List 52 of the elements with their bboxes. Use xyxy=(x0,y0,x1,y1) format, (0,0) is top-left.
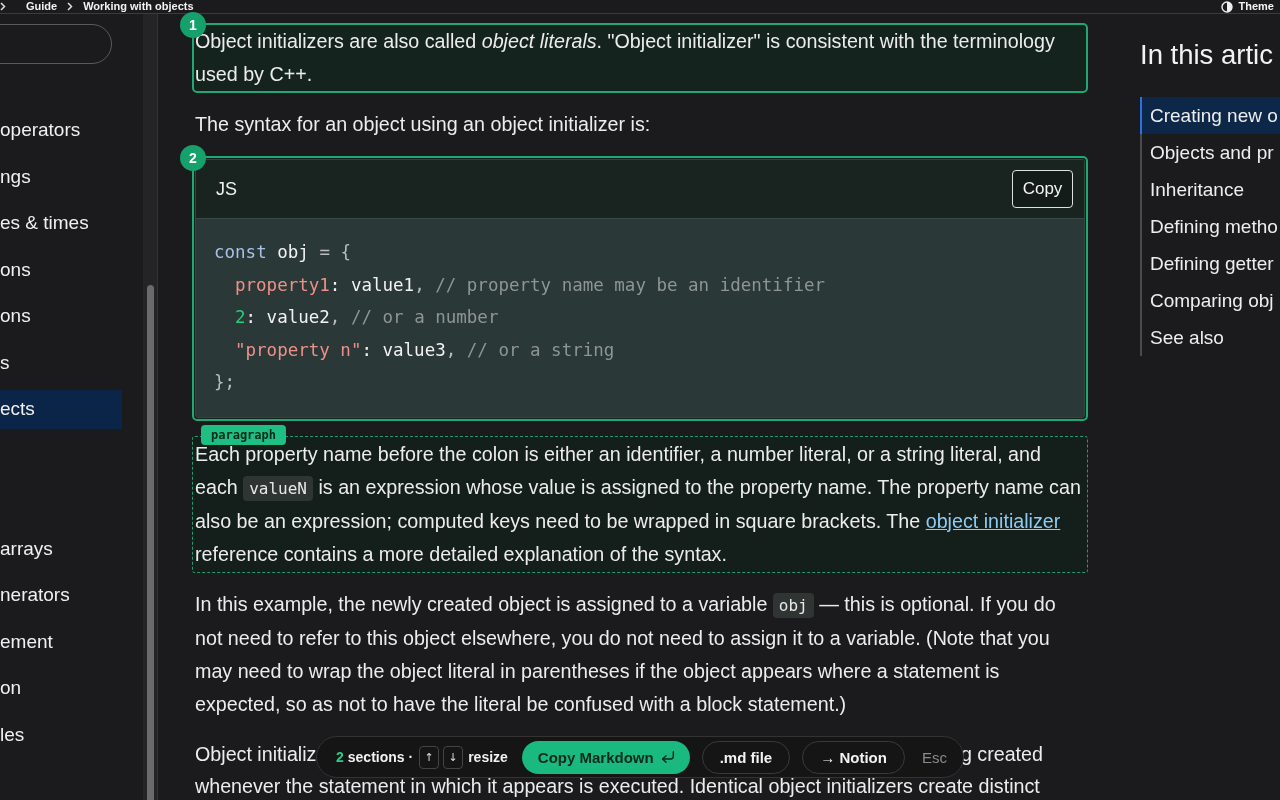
block-type-tag: paragraph xyxy=(201,424,287,445)
key-cap: ↓ xyxy=(443,745,464,769)
sidebar-item[interactable]: ement xyxy=(0,622,122,662)
return-arrow-icon xyxy=(659,749,676,765)
sidebar-item[interactable]: ons xyxy=(0,296,122,336)
toc-link[interactable]: Comparing obj xyxy=(1142,282,1280,319)
code-line: }; xyxy=(214,371,236,394)
toc-link[interactable]: Objects and pr xyxy=(1142,134,1280,171)
paragraph-text: In this example, the newly created object is assigned to a variable obj — this is optional. If you do not need to refer to this object elsewhere, you do not need to assign it to a variable. (Note that you may need to wrap the object literal in parentheses if the object appears where a statement is expected, so as not to have the literal be confused with a block statement.) xyxy=(194,591,1057,717)
sidebar-item[interactable]: es & times xyxy=(0,203,122,243)
section-count: 2 xyxy=(336,749,344,765)
resize-label: resize xyxy=(468,749,508,765)
scrollbar[interactable] xyxy=(143,14,157,800)
number-badge: 2 xyxy=(180,145,206,171)
language-label: JS xyxy=(216,179,237,199)
toc-heading: In this artic xyxy=(1140,40,1274,70)
theme-button[interactable]: Theme xyxy=(1220,0,1274,13)
search-field[interactable] xyxy=(0,24,112,64)
sections-label: sections · xyxy=(347,749,414,765)
sidebar-item[interactable]: ons xyxy=(0,250,122,290)
code-line: "property n": value3, // or a string xyxy=(234,338,615,362)
sidebar-item[interactable]: ects xyxy=(0,389,122,429)
paragraph-text: whenever the statement in which it appears is executed. Identical object initializers create distinct xyxy=(194,775,1041,796)
paragraph-text: Object initializ xyxy=(195,741,317,767)
sidebar-item[interactable]: ngs xyxy=(0,157,122,197)
escape-button[interactable]: Esc xyxy=(922,740,947,774)
half-filled-circle-icon xyxy=(1220,0,1233,13)
toc-link[interactable]: Inheritance xyxy=(1142,171,1280,208)
link[interactable]: object initializer xyxy=(925,509,1061,532)
toc-link[interactable]: Defining getter xyxy=(1142,245,1280,282)
breadcrumb-link[interactable]: Guide xyxy=(26,0,58,13)
toc-link[interactable]: Creating new o xyxy=(1140,97,1280,134)
code-line: 2: value2, // or a number xyxy=(234,306,499,329)
code-line: property1: value1, // property name may be an identifier xyxy=(234,273,826,297)
sidebar-item[interactable]: on xyxy=(0,668,122,708)
code-line: const obj = { xyxy=(214,241,351,264)
copy-button[interactable]: Copy xyxy=(1012,170,1073,208)
key-cap: ↑ xyxy=(419,745,440,769)
sidebar-item[interactable]: arrays xyxy=(0,529,122,569)
toc-link[interactable]: Defining metho xyxy=(1142,208,1280,245)
breadcrumb-link[interactable]: Working with objects xyxy=(83,0,194,13)
sidebar-item[interactable]: nerators xyxy=(0,575,122,615)
toc-link[interactable]: See also xyxy=(1142,319,1280,356)
sidebar-item[interactable]: operators xyxy=(0,110,122,150)
paragraph-text: The syntax for an object using an object initializer is: xyxy=(194,112,652,137)
sidebar-item[interactable]: les xyxy=(0,715,122,755)
paragraph-text: Each property name before the colon is either an identifier, a number literal, or a string literal, and each valueN is an expression whose value is assigned to the property name. The property name can also be an expression; computed keys need to be wrapped in square brackets. The object initializer reference contains a more detailed explanation of the syntax. xyxy=(195,442,1082,567)
scrollbar-thumb[interactable] xyxy=(146,285,154,800)
sidebar-item[interactable]: s xyxy=(0,343,122,383)
export-button[interactable]: Copy Markdown xyxy=(521,740,690,774)
chevron-right-icon xyxy=(67,2,74,11)
chevron-right-icon xyxy=(0,2,6,11)
